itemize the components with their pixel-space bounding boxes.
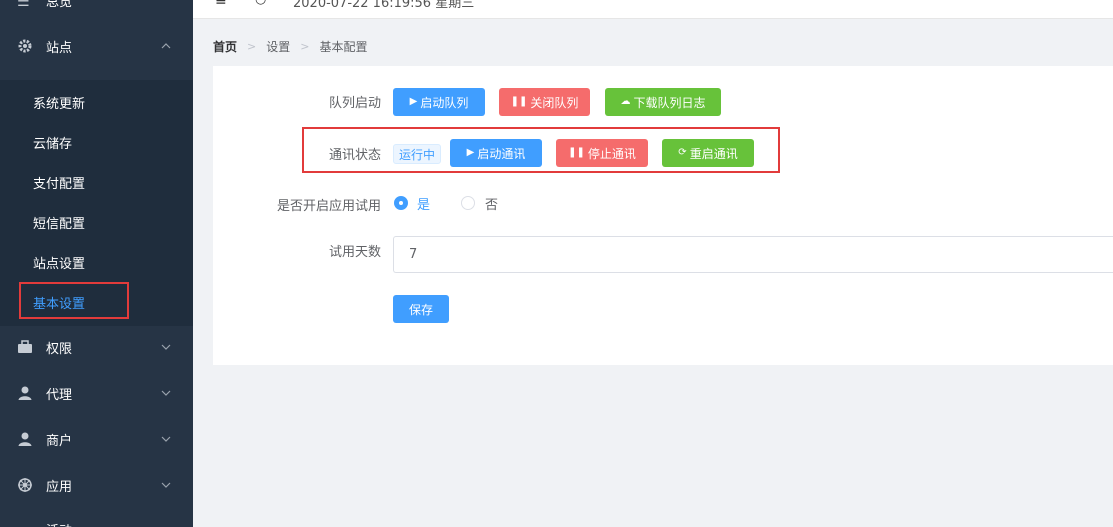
gear-icon — [17, 38, 33, 54]
top-header: ≡ ◷ 2020-07-22 16:19:56 星期三 — [193, 0, 1113, 19]
restart-comm-button[interactable]: ⟳ 重启通讯 — [662, 139, 754, 167]
submenu-item-cloud-storage[interactable]: 云储存 — [0, 122, 193, 162]
pause-icon: ❚❚ — [568, 147, 585, 158]
highlight-box-basic-settings — [19, 282, 129, 319]
sidebar-menu-label: 站点 — [46, 40, 73, 56]
briefcase-icon — [17, 339, 33, 355]
button-label: 停止通讯 — [587, 146, 636, 161]
comm-status-label: 通讯状态 — [328, 148, 381, 163]
chevron-right-icon: > — [300, 39, 310, 53]
submenu-item-label: 站点设置 — [33, 256, 86, 272]
user-icon — [17, 385, 33, 401]
sidebar: ☰ 总览 站点 系统更新 云储存 支付配置 短信配置 站点设置 基本设置 权限 … — [0, 0, 193, 527]
start-comm-button[interactable]: ▶ 启动通讯 — [450, 139, 542, 167]
dashboard-icon: ☰ — [17, 0, 30, 10]
submenu-item-label: 短信配置 — [33, 216, 86, 232]
submenu-item-label: 云储存 — [33, 136, 73, 152]
cloud-download-icon: ☁ — [620, 96, 631, 107]
button-label: 重启通讯 — [689, 146, 738, 161]
start-queue-button[interactable]: ▶ 启动队列 — [393, 88, 485, 116]
queue-label: 队列启动 — [328, 96, 381, 111]
play-icon: ▶ — [409, 96, 418, 107]
submenu-item-site-settings[interactable]: 站点设置 — [0, 242, 193, 282]
sidebar-menu-apps[interactable]: 应用 — [0, 462, 193, 508]
header-datetime: 2020-07-22 16:19:56 星期三 — [293, 0, 475, 11]
sidebar-menu-label: 应用 — [46, 479, 73, 495]
clock-icon: ◷ — [255, 0, 269, 7]
breadcrumb-item-current: 基本配置 — [319, 39, 368, 54]
chevron-up-icon — [160, 40, 172, 52]
play-icon: ▶ — [466, 147, 475, 158]
radio-no[interactable] — [461, 196, 475, 210]
breadcrumb-item-home[interactable]: 首页 — [213, 38, 237, 55]
radio-yes[interactable] — [394, 196, 408, 210]
sidebar-item-label: 总览 — [46, 0, 73, 10]
helm-icon — [17, 477, 33, 493]
sidebar-menu-site[interactable]: 站点 — [0, 23, 193, 69]
radio-yes-label[interactable]: 是 — [417, 194, 430, 213]
chevron-down-icon — [160, 479, 172, 491]
button-label: 保存 — [408, 302, 433, 317]
trial-days-input[interactable] — [394, 237, 1113, 272]
status-badge: 运行中 — [393, 144, 441, 164]
submenu-item-payment-config[interactable]: 支付配置 — [0, 162, 193, 202]
chevron-down-icon — [160, 433, 172, 445]
save-button[interactable]: 保存 — [393, 295, 449, 323]
submenu-item-system-update[interactable]: 系统更新 — [0, 82, 193, 122]
sidebar-menu-label: 权限 — [46, 341, 73, 357]
chevron-down-icon — [160, 341, 172, 353]
sidebar-menu-label: 活动 — [46, 520, 72, 527]
stop-comm-button[interactable]: ❚❚ 停止通讯 — [556, 139, 648, 167]
breadcrumb-item-settings[interactable]: 设置 — [266, 38, 290, 55]
chevron-right-icon: > — [247, 39, 257, 53]
trial-days-label: 试用天数 — [328, 245, 381, 260]
download-queue-log-button[interactable]: ☁ 下载队列日志 — [605, 88, 721, 116]
sidebar-menu-merchant[interactable]: 商户 — [0, 416, 193, 462]
submenu-item-sms-config[interactable]: 短信配置 — [0, 202, 193, 242]
trial-days-field[interactable] — [393, 236, 1113, 273]
sidebar-menu-label: 代理 — [46, 387, 73, 403]
chevron-down-icon — [160, 387, 172, 399]
user-icon — [17, 431, 33, 447]
pause-icon: ❚❚ — [510, 96, 528, 107]
radio-no-label[interactable]: 否 — [485, 194, 498, 213]
stop-queue-button[interactable]: ❚❚ 关闭队列 — [499, 88, 590, 116]
hamburger-icon[interactable]: ≡ — [215, 0, 229, 8]
sidebar-menu-agent[interactable]: 代理 — [0, 370, 193, 416]
submenu-item-label: 支付配置 — [33, 176, 86, 192]
sidebar-menu-permissions[interactable]: 权限 — [0, 324, 193, 370]
submenu-item-label: 系统更新 — [33, 96, 86, 112]
trial-enable-label: 是否开启应用试用 — [276, 199, 381, 214]
settings-form-card: 队列启动 ▶ 启动队列 ❚❚ 关闭队列 ☁ 下载队列日志 通讯状态 运行中 ▶ 启动通讯… — [213, 66, 1113, 365]
sidebar-menu-partial[interactable]: 活动 — [0, 512, 193, 527]
button-label: 启动队列 — [420, 95, 469, 110]
refresh-icon: ⟳ — [678, 147, 687, 158]
sidebar-menu-label: 商户 — [46, 433, 73, 449]
button-label: 关闭队列 — [530, 95, 579, 110]
button-label: 下载队列日志 — [633, 95, 706, 110]
button-label: 启动通讯 — [477, 146, 526, 161]
breadcrumb: 首页 > 设置 > 基本配置 — [213, 37, 367, 55]
